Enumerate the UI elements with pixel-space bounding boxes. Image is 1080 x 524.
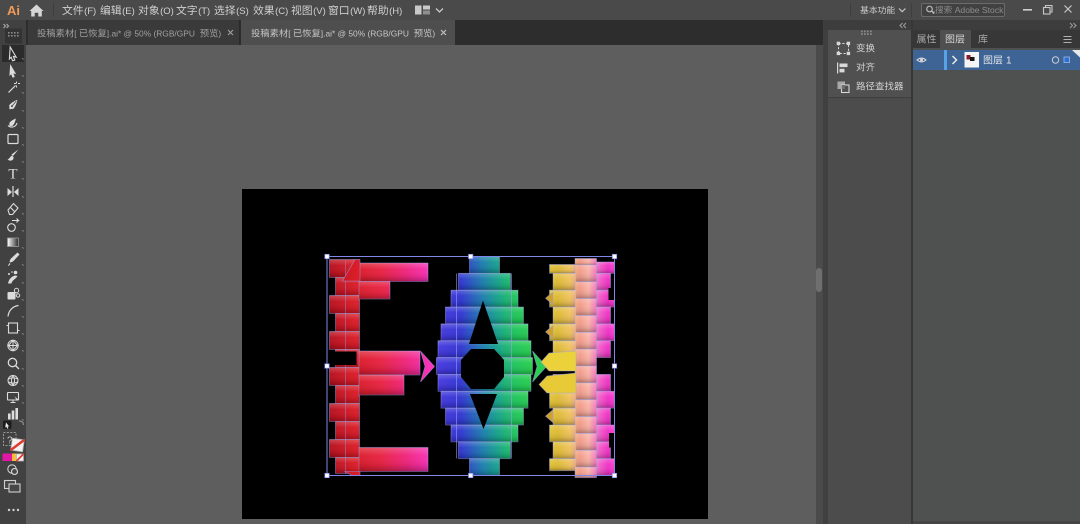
svg-text:T: T xyxy=(8,167,17,183)
svg-text:(W): (W) xyxy=(350,6,365,17)
svg-text:1: 1 xyxy=(1006,56,1012,67)
svg-text:].ai* @ 50% (RGB/GPU: ].ai* @ 50% (RGB/GPU xyxy=(321,28,409,38)
svg-text:(O): (O) xyxy=(160,6,174,17)
svg-text:(H): (H) xyxy=(389,6,402,17)
svg-text:[: [ xyxy=(74,28,77,38)
svg-text:(F): (F) xyxy=(84,6,96,17)
svg-text:(E): (E) xyxy=(122,6,135,17)
svg-text:[: [ xyxy=(288,28,291,38)
svg-text:Adobe Stock: Adobe Stock xyxy=(955,5,1004,15)
svg-text:(T): (T) xyxy=(198,6,210,17)
svg-text:): ) xyxy=(432,28,435,38)
svg-text:].ai* @ 50% (RGB/GPU: ].ai* @ 50% (RGB/GPU xyxy=(107,28,195,38)
svg-text:Ai: Ai xyxy=(7,3,20,18)
svg-text:(C): (C) xyxy=(275,6,288,17)
svg-text:(S): (S) xyxy=(236,6,249,17)
svg-text:): ) xyxy=(218,28,221,38)
svg-text:(V): (V) xyxy=(313,6,326,17)
